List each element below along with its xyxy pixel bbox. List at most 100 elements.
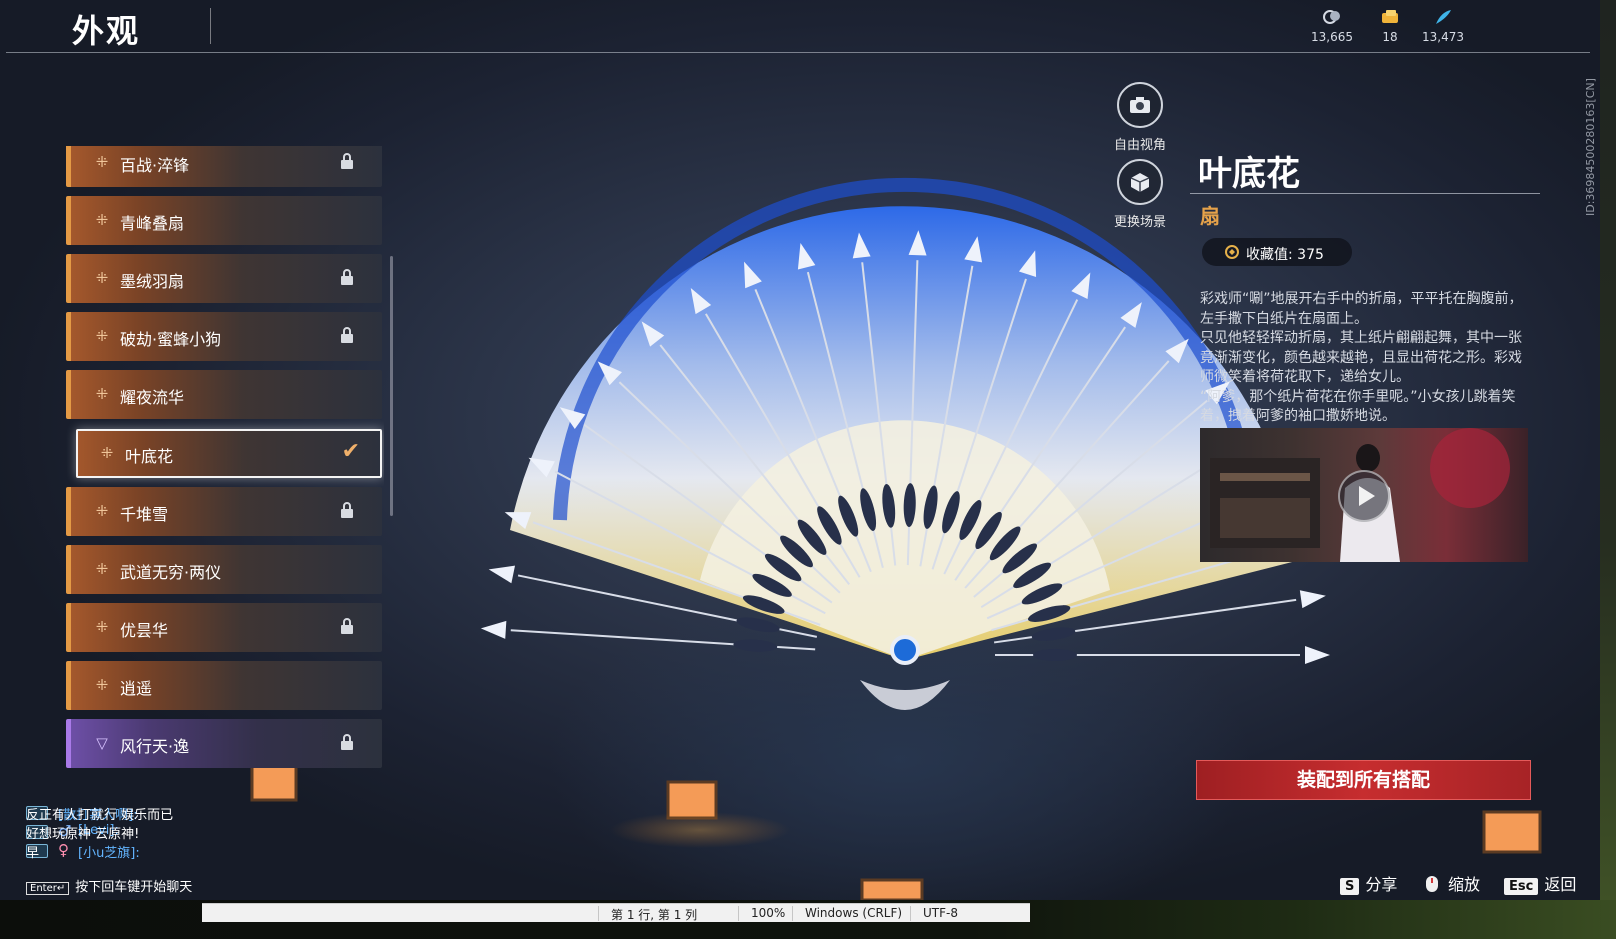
play-icon	[1359, 486, 1375, 506]
top-bar: 外观 13,665 18 13,473	[0, 0, 1600, 53]
description-paragraph: 彩戏师“唰”地展开右手中的折扇，平平托在胸腹前，左手撒下白纸片在扇面上。	[1200, 291, 1523, 327]
collection-value-badge: 收藏值: 375	[1202, 238, 1352, 266]
currency-feather[interactable]: 13,473	[1413, 8, 1473, 44]
desktop-edge	[1600, 0, 1616, 900]
orange-rarity-icon: ⁜	[95, 385, 109, 404]
item-name: 叶底花	[1198, 154, 1300, 194]
orange-rarity-icon: ⁜	[100, 443, 114, 462]
lock-icon	[341, 501, 353, 518]
coin-value: 13,665	[1311, 30, 1353, 44]
orange-rarity-icon: ⁜	[95, 211, 109, 230]
feather-icon	[1436, 10, 1451, 24]
free-view-button[interactable]: 自由视角	[1105, 82, 1175, 153]
orange-rarity-icon: ⁜	[95, 675, 109, 694]
top-divider	[6, 52, 1590, 53]
share-hint[interactable]: S 分享	[1340, 871, 1397, 895]
coin-stack-icon	[1323, 10, 1340, 24]
chat-hint-text: 按下回车键开始聊天	[75, 880, 193, 895]
skin-name: 优昙华	[120, 620, 169, 640]
skin-list-item[interactable]: ⁜ 逍遥	[66, 660, 382, 710]
mouse-scroll-icon	[1426, 876, 1438, 892]
orange-rarity-icon: ⁜	[95, 269, 109, 288]
lock-icon	[341, 617, 353, 634]
skin-list[interactable]: ⁜ 百战·淬锋 ⁜ 青峰叠扇 ⁜ 墨绒羽扇 ⁜ 破劫·蜜蜂小狗 ⁜ 耀夜流华 ⁜ 叶底花 ✔ ⁜ 千堆雪 ⁜ 武…	[66, 146, 384, 794]
female-icon: ♀	[58, 841, 69, 859]
lock-icon	[341, 734, 353, 750]
play-button[interactable]	[1338, 470, 1390, 522]
ticket-value: 18	[1382, 30, 1398, 44]
skin-name: 耀夜流华	[120, 388, 185, 408]
share-key: S	[1340, 878, 1360, 895]
skin-list-item[interactable]: ⁜ 耀夜流华	[66, 370, 382, 420]
chat-message: [散打寡人啊]: 反正有人打就行 娱乐而已	[26, 804, 346, 823]
skin-name: 墨绒羽扇	[120, 272, 185, 292]
list-scrollbar[interactable]	[390, 256, 393, 516]
free-view-label: 自由视角	[1113, 138, 1166, 153]
chat-message: ♂ [Levi]: 好想玩原神 云原神!	[26, 822, 346, 842]
skin-name: 叶底花	[125, 446, 174, 466]
orange-rarity-icon: ⁜	[95, 153, 109, 171]
cursor-position: 第 1 行, 第 1 列	[598, 906, 697, 922]
change-scene-button[interactable]: 更换场景	[1105, 159, 1175, 230]
share-label: 分享	[1365, 875, 1398, 894]
name-divider	[1190, 193, 1540, 194]
title-divider	[210, 8, 211, 44]
esc-key: Esc	[1504, 878, 1539, 895]
check-icon: ✔	[341, 438, 360, 464]
lock-icon	[341, 153, 353, 169]
back-label: 返回	[1544, 875, 1577, 894]
skin-list-item[interactable]: ⁜ 优昙华	[66, 602, 382, 652]
orange-rarity-icon: ⁜	[95, 617, 109, 636]
camera-icon	[1130, 97, 1150, 113]
line-ending: Windows (CRLF)	[792, 906, 902, 921]
collection-value-text: 收藏值: 375	[1246, 247, 1324, 263]
skin-name: 百战·淬锋	[120, 156, 190, 175]
chat-message: ♀ [小u芝旗]: 早	[26, 841, 346, 861]
chat-box[interactable]: [散打寡人啊]: 反正有人打就行 娱乐而已 ♂ [Levi]: 好想玩原神 云原神! ♀ […	[26, 804, 346, 861]
zoom-hint[interactable]: 缩放	[1422, 871, 1480, 895]
back-hint[interactable]: Esc 返回	[1504, 871, 1576, 895]
collection-icon	[1225, 245, 1239, 259]
skin-list-item[interactable]: ⁜ 破劫·蜜蜂小狗	[66, 312, 382, 362]
lock-icon	[341, 327, 353, 344]
chat-text: 反正有人打就行 娱乐而已	[26, 808, 174, 823]
skin-list-item[interactable]: ⁜ 千堆雪	[66, 486, 382, 536]
lock-icon	[341, 269, 353, 286]
orange-rarity-icon: ⁜	[95, 327, 109, 346]
orange-rarity-icon: ⁜	[95, 559, 109, 578]
cube-icon	[1130, 173, 1150, 192]
skin-name: 青峰叠扇	[120, 214, 185, 234]
chat-nickname[interactable]: [小u芝旗]:	[78, 842, 140, 861]
chat-text: 早	[26, 846, 40, 861]
skin-list-item[interactable]: ⁜ 叶底花 ✔	[76, 428, 382, 478]
skin-name: 破劫·蜜蜂小狗	[120, 330, 222, 350]
skin-name: 千堆雪	[120, 504, 169, 524]
change-scene-label: 更换场景	[1113, 215, 1166, 230]
client-id-text: ID:3698450028016​3[CN]	[1584, 78, 1597, 216]
client-id: ID:3698450028016​3[CN]	[1584, 76, 1600, 216]
page-title: 外观	[72, 12, 141, 50]
editor-status-bar: 第 1 行, 第 1 列 100% Windows (CRLF) UTF-8	[202, 903, 1030, 922]
zoom-label: 缩放	[1448, 875, 1481, 894]
feather-value: 13,473	[1422, 30, 1464, 44]
description-paragraph: 只见他轻轻挥动折扇，其上纸片翩翩起舞，其中一张竟渐渐变化，颜色越来越艳，且显出荷…	[1200, 330, 1522, 385]
currency-ticket[interactable]: 18	[1360, 8, 1420, 44]
skin-list-item[interactable]: ⁜ 青峰叠扇	[66, 196, 382, 246]
chat-hint: Enter↵ 按下回车键开始聊天	[26, 876, 192, 895]
skin-list-item[interactable]: ⁜ 武道无穷·两仪	[66, 544, 382, 594]
zoom-level: 100%	[738, 906, 785, 921]
description-paragraph: “阿爹，那个纸片荷花在你手里呢。”小女孩儿跳着笑着，拽着阿爹的袖口撒娇地说。	[1200, 388, 1516, 425]
item-type: 扇	[1200, 204, 1220, 228]
skin-list-item[interactable]: ⁜ 墨绒羽扇	[66, 254, 382, 304]
purple-rarity-icon: ▽	[96, 734, 108, 752]
item-description: 彩戏师“唰”地展开右手中的折扇，平平托在胸腹前，左手撒下白纸片在扇面上。 只见他…	[1200, 290, 1535, 427]
preview-video[interactable]	[1200, 428, 1528, 562]
game-scene: 外观 13,665 18 13,473 ⁜ 百战·淬锋 ⁜ 青峰叠扇 ⁜ 墨绒羽扇 ⁜ 破劫·…	[0, 0, 1600, 900]
skin-list-item[interactable]: ▽ 风行天·逸	[66, 719, 382, 768]
skin-list-item[interactable]: ⁜ 百战·淬锋	[66, 146, 382, 187]
skin-name: 逍遥	[120, 678, 153, 698]
equip-all-button[interactable]: 装配到所有搭配	[1196, 760, 1531, 800]
enter-key: Enter↵	[26, 882, 70, 895]
currency-coin[interactable]: 13,665	[1302, 8, 1362, 44]
encoding: UTF-8	[910, 906, 958, 921]
